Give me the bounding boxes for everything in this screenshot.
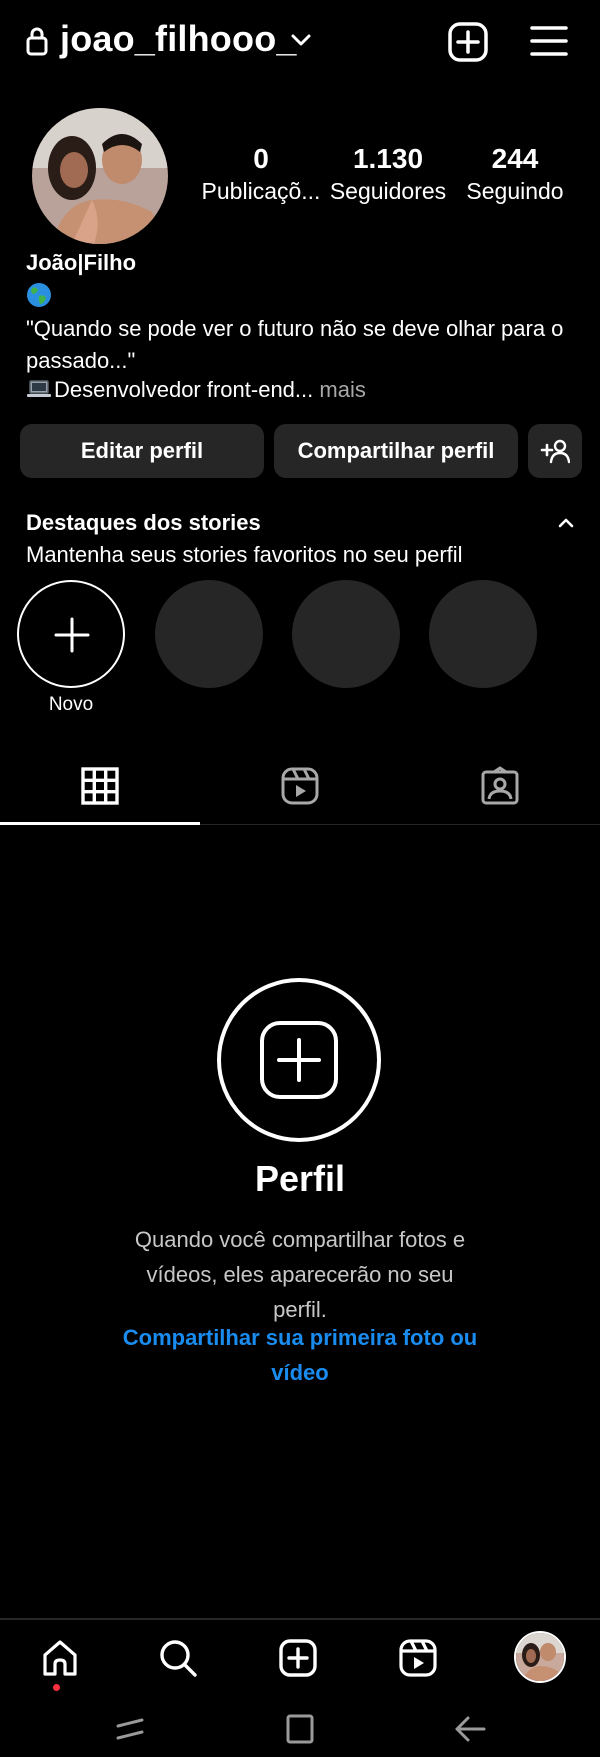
profile-avatar[interactable] <box>32 108 168 244</box>
account-username[interactable]: joao_filhooo_ <box>60 18 297 60</box>
bio-role-line: Desenvolvedor front-end... mais <box>26 374 366 406</box>
stat-following[interactable]: 244 Seguindo <box>460 142 570 205</box>
profile-name: João|Filho <box>26 250 137 275</box>
nav-home[interactable] <box>0 1632 120 1691</box>
share-profile-button[interactable]: Compartilhar perfil <box>274 424 518 478</box>
back-icon[interactable] <box>452 1714 488 1744</box>
lock-icon <box>26 27 48 56</box>
highlights-subtitle: Mantenha seus stories favoritos no seu p… <box>26 542 463 567</box>
home-square-icon[interactable] <box>282 1714 318 1744</box>
new-highlight-button[interactable] <box>17 580 125 688</box>
top-bar: joao_filhooo_ <box>0 0 600 86</box>
chevron-up-icon[interactable] <box>558 516 574 528</box>
tab-posts-grid[interactable] <box>0 762 200 822</box>
nav-create[interactable] <box>238 1632 358 1688</box>
tagged-icon <box>481 766 519 805</box>
notification-dot <box>53 1684 60 1691</box>
laptop-emoji-icon <box>27 380 51 397</box>
empty-state-title: Perfil <box>254 1158 346 1199</box>
stat-posts-value: 0 <box>253 143 269 174</box>
grid-icon <box>81 767 119 805</box>
discover-people-button[interactable] <box>528 424 582 478</box>
reels-icon <box>399 1639 437 1677</box>
new-highlight-label: Novo <box>48 694 94 715</box>
bottom-nav-divider <box>0 1618 600 1620</box>
reels-icon <box>281 767 319 805</box>
highlights-title: Destaques dos stories <box>26 510 261 535</box>
recent-apps-icon[interactable] <box>112 1714 148 1744</box>
menu-icon[interactable] <box>530 24 568 58</box>
empty-state-description: Quando você compartilhar fotos e vídeos,… <box>134 1227 466 1322</box>
search-icon <box>160 1640 197 1677</box>
add-square-icon[interactable] <box>448 22 488 62</box>
create-icon <box>279 1639 317 1677</box>
stat-posts[interactable]: 0 Publicaçõ... <box>198 142 324 205</box>
empty-state-circle <box>217 978 381 1142</box>
stat-followers[interactable]: 1.130 Seguidores <box>326 142 450 205</box>
tab-tagged[interactable] <box>400 762 600 822</box>
plus-icon <box>54 617 90 653</box>
home-icon <box>43 1640 77 1676</box>
add-person-icon <box>540 439 570 464</box>
active-tab-indicator <box>0 822 200 825</box>
edit-profile-button[interactable]: Editar perfil <box>20 424 264 478</box>
nav-profile-avatar[interactable] <box>514 1631 566 1683</box>
tab-reels[interactable] <box>200 762 400 822</box>
bio-role: Desenvolvedor front-end... <box>54 377 314 402</box>
add-square-icon <box>260 1021 338 1099</box>
chevron-down-icon[interactable] <box>290 32 312 48</box>
stat-posts-label: Publicaçõ... <box>201 178 321 204</box>
highlight-placeholder <box>292 580 400 688</box>
avatar-photo <box>516 1633 564 1681</box>
bio-more-link[interactable]: mais <box>313 377 365 402</box>
stat-following-value: 244 <box>491 143 539 174</box>
nav-search[interactable] <box>118 1632 238 1688</box>
highlight-placeholder <box>429 580 537 688</box>
highlight-placeholder <box>155 580 263 688</box>
share-first-photo-link[interactable]: Compartilhar sua primeira foto ou vídeo <box>100 1320 500 1390</box>
globe-emoji-icon <box>27 283 51 307</box>
bio-quote: "Quando se pode ver o futuro não se deve… <box>26 316 564 373</box>
avatar-photo <box>32 108 168 244</box>
stat-followers-label: Seguidores <box>329 178 447 204</box>
stat-following-label: Seguindo <box>466 178 564 204</box>
nav-reels[interactable] <box>358 1632 478 1688</box>
stat-followers-value: 1.130 <box>352 143 424 174</box>
